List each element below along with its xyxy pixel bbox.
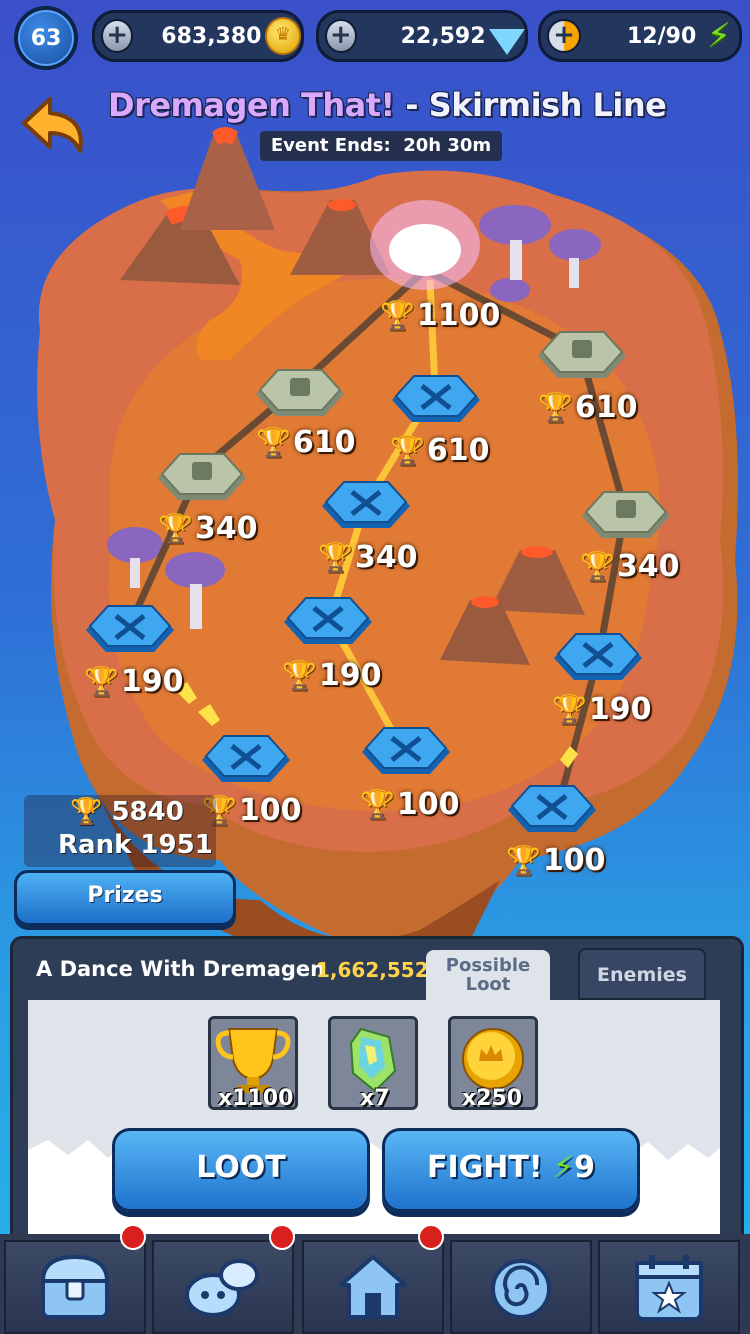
trophy-icon: 🏆 (256, 426, 291, 459)
player-level-badge[interactable]: 63 (14, 6, 78, 70)
lightning-icon: ⚡ (707, 16, 731, 56)
node-score[interactable]: 🏆 190 (552, 692, 652, 727)
loot-qty: x250 (462, 1086, 523, 1111)
node-score[interactable]: 🏆 190 (84, 664, 184, 699)
home-icon (339, 1255, 407, 1319)
trophy-icon: 🏆 (84, 665, 119, 698)
add-coins-icon[interactable]: + (101, 19, 134, 53)
node-power-score: 1,662,552 (316, 958, 429, 982)
loot-qty: x7 (360, 1086, 390, 1111)
notification-dot (120, 1224, 146, 1250)
trophy-icon: 🏆 (318, 541, 353, 574)
node-score[interactable]: 🏆 610 (390, 433, 490, 468)
chest-icon (40, 1254, 110, 1319)
nav-home[interactable] (302, 1240, 444, 1334)
coin-icon: ♛ (264, 17, 301, 55)
node-score[interactable]: 🏆 340 (318, 540, 418, 575)
trophy-icon: 🏆 (552, 693, 587, 726)
node-score[interactable]: 🏆 100 (202, 793, 302, 828)
add-gems-icon[interactable]: + (325, 19, 357, 53)
nav-heroes[interactable] (152, 1240, 294, 1334)
trophy-icon: 🏆 (506, 844, 541, 877)
node-score[interactable]: 🏆 610 (256, 425, 356, 460)
nav-events[interactable] (598, 1240, 740, 1334)
loot-qty: x1100 (218, 1086, 294, 1111)
loot-button[interactable]: LOOT (112, 1128, 370, 1212)
node-score[interactable]: 🏆 340 (580, 549, 680, 584)
fight-button[interactable]: FIGHT! ⚡9 (382, 1128, 640, 1212)
trophy-icon: 🏆 (360, 788, 395, 821)
back-arrow-icon[interactable] (20, 95, 90, 155)
player-rank: Rank 1951 (58, 830, 213, 860)
node-score[interactable]: 🏆 100 (506, 843, 606, 878)
node-score[interactable]: 🏆 100 (360, 787, 460, 822)
trophy-icon: 🏆 (282, 659, 317, 692)
coins-counter[interactable]: + 683,380 ♛ (92, 10, 304, 62)
tab-possible-loot[interactable]: Possible Loot (426, 950, 550, 1002)
node-score[interactable]: 🏆 1100 (380, 298, 500, 333)
trophy-icon: 🏆 (390, 434, 425, 467)
total-trophies: 🏆 5840 (70, 797, 184, 827)
trophy-icon: 🏆 (580, 550, 615, 583)
energy-counter[interactable]: + 12/90 ⚡ (538, 10, 742, 62)
node-title: A Dance With Dremagen (36, 957, 326, 981)
add-energy-icon[interactable]: + (547, 19, 581, 53)
gem-icon (489, 29, 525, 55)
portal-icon (491, 1259, 551, 1319)
event-title: Dremagen That! - Skirmish Line (108, 86, 667, 124)
trophy-icon: 🏆 (158, 512, 193, 545)
prizes-button[interactable]: Prizes (14, 870, 236, 926)
nav-portal[interactable] (450, 1240, 592, 1334)
trophy-icon: 🏆 (70, 797, 103, 827)
nav-chest[interactable] (4, 1240, 146, 1334)
node-score[interactable]: 🏆 340 (158, 511, 258, 546)
notification-dot (418, 1224, 444, 1250)
node-score[interactable]: 🏆 610 (538, 390, 638, 425)
event-timer: Event Ends: 20h 30m (260, 131, 502, 161)
heroes-icon (185, 1259, 259, 1317)
lightning-icon: ⚡ (553, 1150, 575, 1185)
tab-enemies[interactable]: Enemies (578, 948, 706, 1000)
gems-counter[interactable]: + 22,592 (316, 10, 528, 62)
notification-dot (269, 1224, 295, 1250)
node-score[interactable]: 🏆 190 (282, 658, 382, 693)
trophy-icon: 🏆 (538, 391, 573, 424)
calendar-icon (635, 1255, 703, 1321)
trophy-icon: 🏆 (380, 299, 415, 332)
